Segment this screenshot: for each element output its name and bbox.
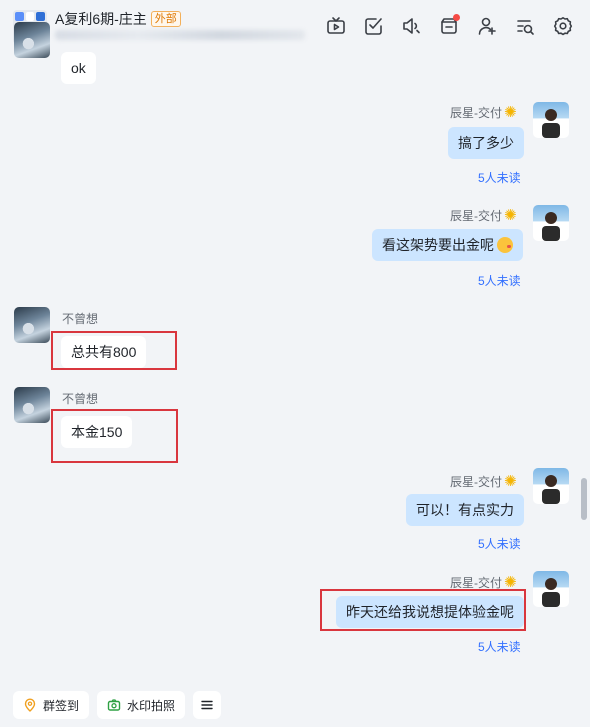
- avatar-chenxing[interactable]: [533, 102, 569, 138]
- chat-title[interactable]: A复利6期-庄主 外部: [55, 9, 181, 29]
- avatar-buzengxiang[interactable]: [14, 387, 50, 423]
- read-status[interactable]: 5人未读: [478, 169, 521, 186]
- camera-icon: [107, 699, 121, 711]
- tv-icon[interactable]: [325, 15, 347, 37]
- highlight-box: [320, 589, 526, 631]
- read-status[interactable]: 5人未读: [478, 535, 521, 552]
- external-tag: 外部: [150, 11, 181, 27]
- avatar-buzengxiang[interactable]: [14, 22, 50, 58]
- message-bubble[interactable]: ok: [61, 52, 96, 84]
- add-member-icon[interactable]: [476, 15, 498, 37]
- avatar-chenxing[interactable]: [533, 205, 569, 241]
- read-status[interactable]: 5人未读: [478, 638, 521, 655]
- sun-badge-icon: ✺: [504, 104, 517, 121]
- avatar-chenxing[interactable]: [533, 468, 569, 504]
- sender-name: 辰星-交付 ✺: [450, 104, 517, 121]
- sender-name: 不曾想: [62, 392, 99, 406]
- group-description-blurred: [55, 30, 305, 40]
- avatar-buzengxiang[interactable]: [14, 307, 50, 343]
- message-card-icon[interactable]: [438, 14, 460, 37]
- highlight-box: [51, 409, 178, 463]
- sun-badge-icon: ✺: [504, 473, 517, 490]
- group-name: A复利6期-庄主: [55, 11, 147, 27]
- avatar-chenxing[interactable]: [533, 571, 569, 607]
- chat-header: A复利6期-庄主 外部: [0, 0, 590, 52]
- wink-kiss-emoji-icon: [497, 237, 513, 253]
- group-checkin-button[interactable]: 群签到: [13, 691, 90, 719]
- sender-name: 辰星-交付 ✺: [450, 473, 517, 490]
- highlight-box: [51, 331, 177, 370]
- message-bubble[interactable]: 可以！有点实力: [406, 494, 524, 526]
- location-pin-icon: [24, 698, 36, 712]
- menu-icon: [201, 700, 213, 710]
- more-menu-button[interactable]: [193, 691, 221, 719]
- notification-badge: [453, 14, 460, 21]
- message-bubble[interactable]: 搞了多少: [448, 127, 524, 159]
- search-history-icon[interactable]: [514, 15, 536, 37]
- settings-icon[interactable]: [552, 15, 574, 37]
- message-bubble[interactable]: 看这架势要出金呢: [372, 229, 523, 261]
- sender-name: 不曾想: [62, 312, 99, 326]
- watermark-photo-button[interactable]: 水印拍照: [97, 691, 186, 719]
- sender-name: 辰星-交付 ✺: [450, 207, 517, 224]
- sun-badge-icon: ✺: [504, 207, 517, 224]
- scrollbar-thumb[interactable]: [581, 478, 587, 520]
- read-status[interactable]: 5人未读: [478, 272, 521, 289]
- checkbox-icon[interactable]: [363, 15, 385, 37]
- announcement-icon[interactable]: [400, 15, 422, 37]
